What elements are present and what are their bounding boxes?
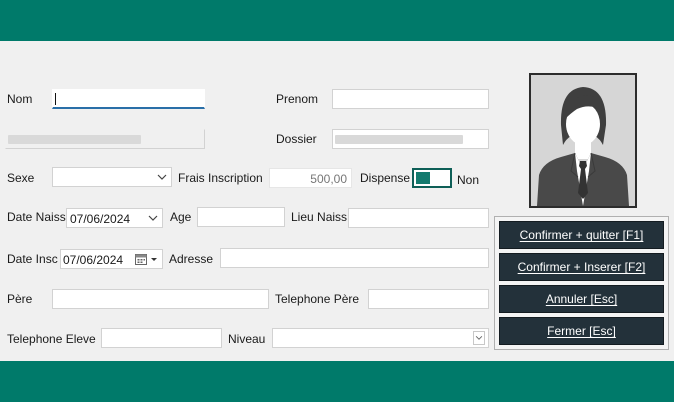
date-naiss-picker[interactable]: 07/06/2024 (66, 208, 163, 228)
lieu-naiss-input[interactable] (348, 208, 489, 228)
frais-value: 500,00 (310, 172, 347, 186)
chevron-down-icon (473, 331, 485, 345)
dispense-toggle[interactable] (412, 168, 452, 188)
dropdown-arrow-icon[interactable] (149, 253, 159, 265)
prenom-input[interactable] (332, 89, 489, 109)
redacted-field[interactable] (5, 129, 205, 149)
pere-label: Père (7, 292, 33, 306)
chevron-down-icon (157, 174, 167, 180)
cancel-button[interactable]: Annuler [Esc] (499, 285, 664, 313)
telephone-eleve-label: Telephone Eleve (7, 332, 96, 346)
confirm-quit-button[interactable]: Confirmer + quitter [F1] (499, 221, 664, 249)
close-button[interactable]: Fermer [Esc] (499, 317, 664, 345)
telephone-eleve-input[interactable] (101, 328, 222, 348)
footer-band (0, 361, 674, 402)
date-insc-value: 07/06/2024 (63, 253, 124, 267)
date-insc-label: Date Insc (7, 252, 58, 266)
nom-label: Nom (7, 92, 33, 106)
dossier-label: Dossier (276, 132, 317, 146)
header-band (0, 0, 674, 41)
sexe-select[interactable] (52, 167, 172, 187)
dossier-input[interactable] (332, 129, 489, 149)
date-naiss-value: 07/06/2024 (70, 212, 131, 226)
age-input[interactable] (197, 207, 285, 227)
frais-label: Frais Inscription (178, 171, 263, 185)
telephone-pere-label: Telephone Père (275, 292, 360, 306)
action-button-panel: Confirmer + quitter [F1] Confirmer + Ins… (494, 216, 669, 350)
chevron-down-icon[interactable] (147, 211, 159, 225)
pere-input[interactable] (52, 289, 269, 309)
telephone-pere-input[interactable] (368, 289, 489, 309)
prenom-label: Prenom (276, 92, 319, 106)
dispense-state: Non (457, 173, 480, 187)
confirm-insert-button[interactable]: Confirmer + Inserer [F2] (499, 253, 664, 281)
adresse-input[interactable] (220, 248, 489, 268)
student-photo[interactable] (529, 73, 637, 208)
nom-input[interactable] (52, 89, 205, 109)
redacted-text (8, 135, 141, 144)
date-insc-picker[interactable]: 07/06/2024 (60, 249, 163, 269)
date-naiss-label: Date Naiss (7, 210, 66, 224)
dispense-label: Dispense (360, 171, 411, 185)
sexe-label: Sexe (7, 171, 35, 185)
age-label: Age (170, 210, 192, 224)
adresse-label: Adresse (169, 252, 214, 266)
redacted-text (335, 135, 463, 144)
toggle-knob (416, 172, 430, 184)
text-caret (55, 93, 56, 105)
person-silhouette-icon (531, 75, 635, 206)
niveau-select[interactable] (272, 328, 489, 348)
calendar-icon[interactable] (135, 253, 147, 265)
lieu-naiss-label: Lieu Naiss (291, 210, 348, 224)
niveau-label: Niveau (228, 332, 266, 346)
frais-input[interactable]: 500,00 (269, 168, 352, 188)
